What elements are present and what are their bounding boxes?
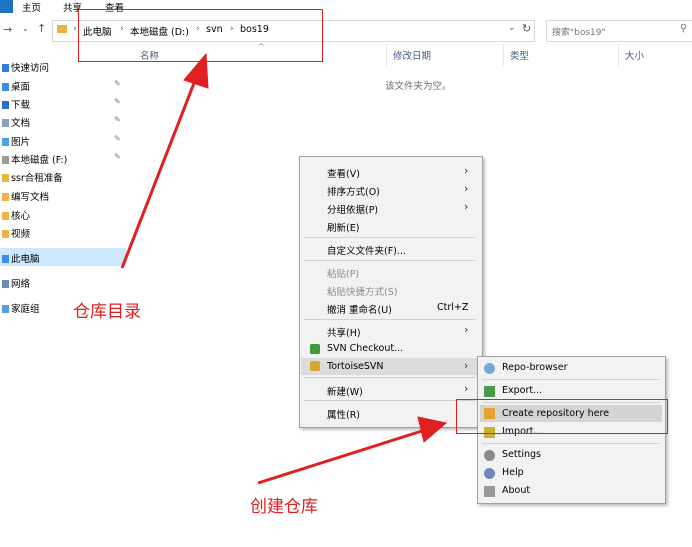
annotation-arrows <box>120 52 448 485</box>
annotation-label-create-repo: 创建仓库 <box>250 497 318 517</box>
annotation-arrow-up <box>120 77 198 269</box>
annotation-arrowhead <box>183 52 209 89</box>
annotation-label-repo-dir: 仓库目录 <box>73 302 141 322</box>
annotation-arrow-right <box>257 428 426 485</box>
annotation-arrowhead <box>417 416 448 443</box>
